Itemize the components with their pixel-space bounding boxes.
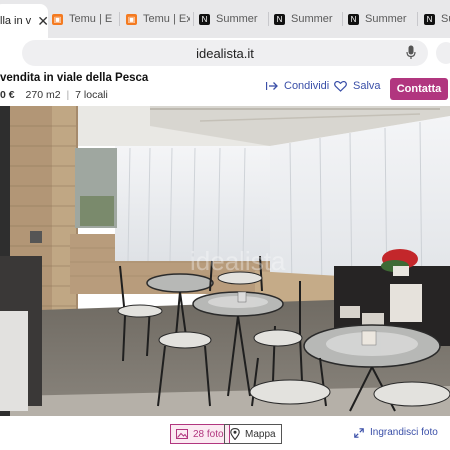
temu-icon: ▣ — [126, 13, 137, 25]
image-icon — [176, 429, 188, 439]
map-label: Mappa — [245, 428, 276, 440]
microphone-icon[interactable] — [406, 45, 416, 60]
listing-photo[interactable]: idealista — [0, 106, 450, 416]
share-arrow-icon — [266, 82, 278, 90]
enlarge-photo-button[interactable]: Ingrandisci foto — [354, 427, 438, 438]
more-button[interactable] — [436, 42, 450, 64]
tab-summer-2[interactable]: N Summer Day — [274, 6, 336, 32]
tab-label: Summer Day — [441, 13, 450, 25]
save-label: Salva — [353, 80, 381, 92]
address-row: idealista.it — [0, 38, 450, 68]
contact-button[interactable]: Contatta — [390, 78, 448, 100]
photo-footer: 28 foto Mappa Ingrandisci foto — [0, 416, 450, 450]
listing-rooms: 7 locali — [75, 89, 108, 101]
tab-label: Summer Day — [291, 13, 336, 25]
tab-summer-3[interactable]: N Summer Day — [348, 6, 410, 32]
map-pin-icon — [230, 428, 240, 440]
save-button[interactable]: Salva — [334, 80, 381, 92]
tab-summer-4[interactable]: N Summer Day — [424, 6, 450, 32]
listing-meta: 0 € 270 m2 | 7 locali — [0, 89, 108, 101]
notion-icon: N — [424, 13, 435, 25]
enlarge-label: Ingrandisci foto — [370, 427, 438, 438]
tab-label: Temu | Explo — [143, 13, 190, 25]
tab-label: Summer Day — [216, 13, 261, 25]
temu-icon: ▣ — [52, 13, 63, 25]
tab-summer-1[interactable]: N Summer Day — [199, 6, 261, 32]
listing-title: vendita in viale della Pesca — [0, 72, 149, 84]
map-button[interactable]: Mappa — [224, 424, 282, 444]
photos-button[interactable]: 28 foto — [170, 424, 230, 444]
tab-temu-2[interactable]: ▣ Temu | Explo — [126, 6, 190, 32]
tab-bar: lla in v ✕ ▣ Temu | Explo ▣ Temu | Explo… — [0, 0, 450, 38]
tab-label: lla in v — [0, 15, 32, 27]
notion-icon: N — [199, 13, 210, 25]
tab-label: Temu | Explo — [69, 13, 112, 25]
tab-label: Summer Day — [365, 13, 410, 25]
photos-label: 28 foto — [193, 428, 224, 440]
listing-header: vendita in viale della Pesca 0 € 270 m2 … — [0, 70, 450, 106]
listing-size: 270 m2 — [25, 89, 61, 101]
listing-price: 0 € — [0, 89, 15, 101]
expand-icon — [354, 427, 364, 438]
watermark-text: idealista — [190, 246, 286, 276]
heart-icon — [334, 80, 347, 92]
veranda-photo-image: idealista — [0, 106, 450, 416]
address-bar[interactable]: idealista.it — [22, 40, 428, 66]
share-label: Condividi — [284, 80, 330, 92]
share-button[interactable]: Condividi — [266, 80, 329, 92]
tab-idealista[interactable]: lla in v ✕ — [0, 4, 48, 38]
notion-icon: N — [348, 13, 359, 25]
tab-temu-1[interactable]: ▣ Temu | Explo — [52, 6, 112, 32]
contact-label: Contatta — [396, 83, 442, 95]
url-text: idealista.it — [196, 45, 254, 61]
close-icon[interactable]: ✕ — [37, 13, 48, 30]
notion-icon: N — [274, 13, 285, 25]
